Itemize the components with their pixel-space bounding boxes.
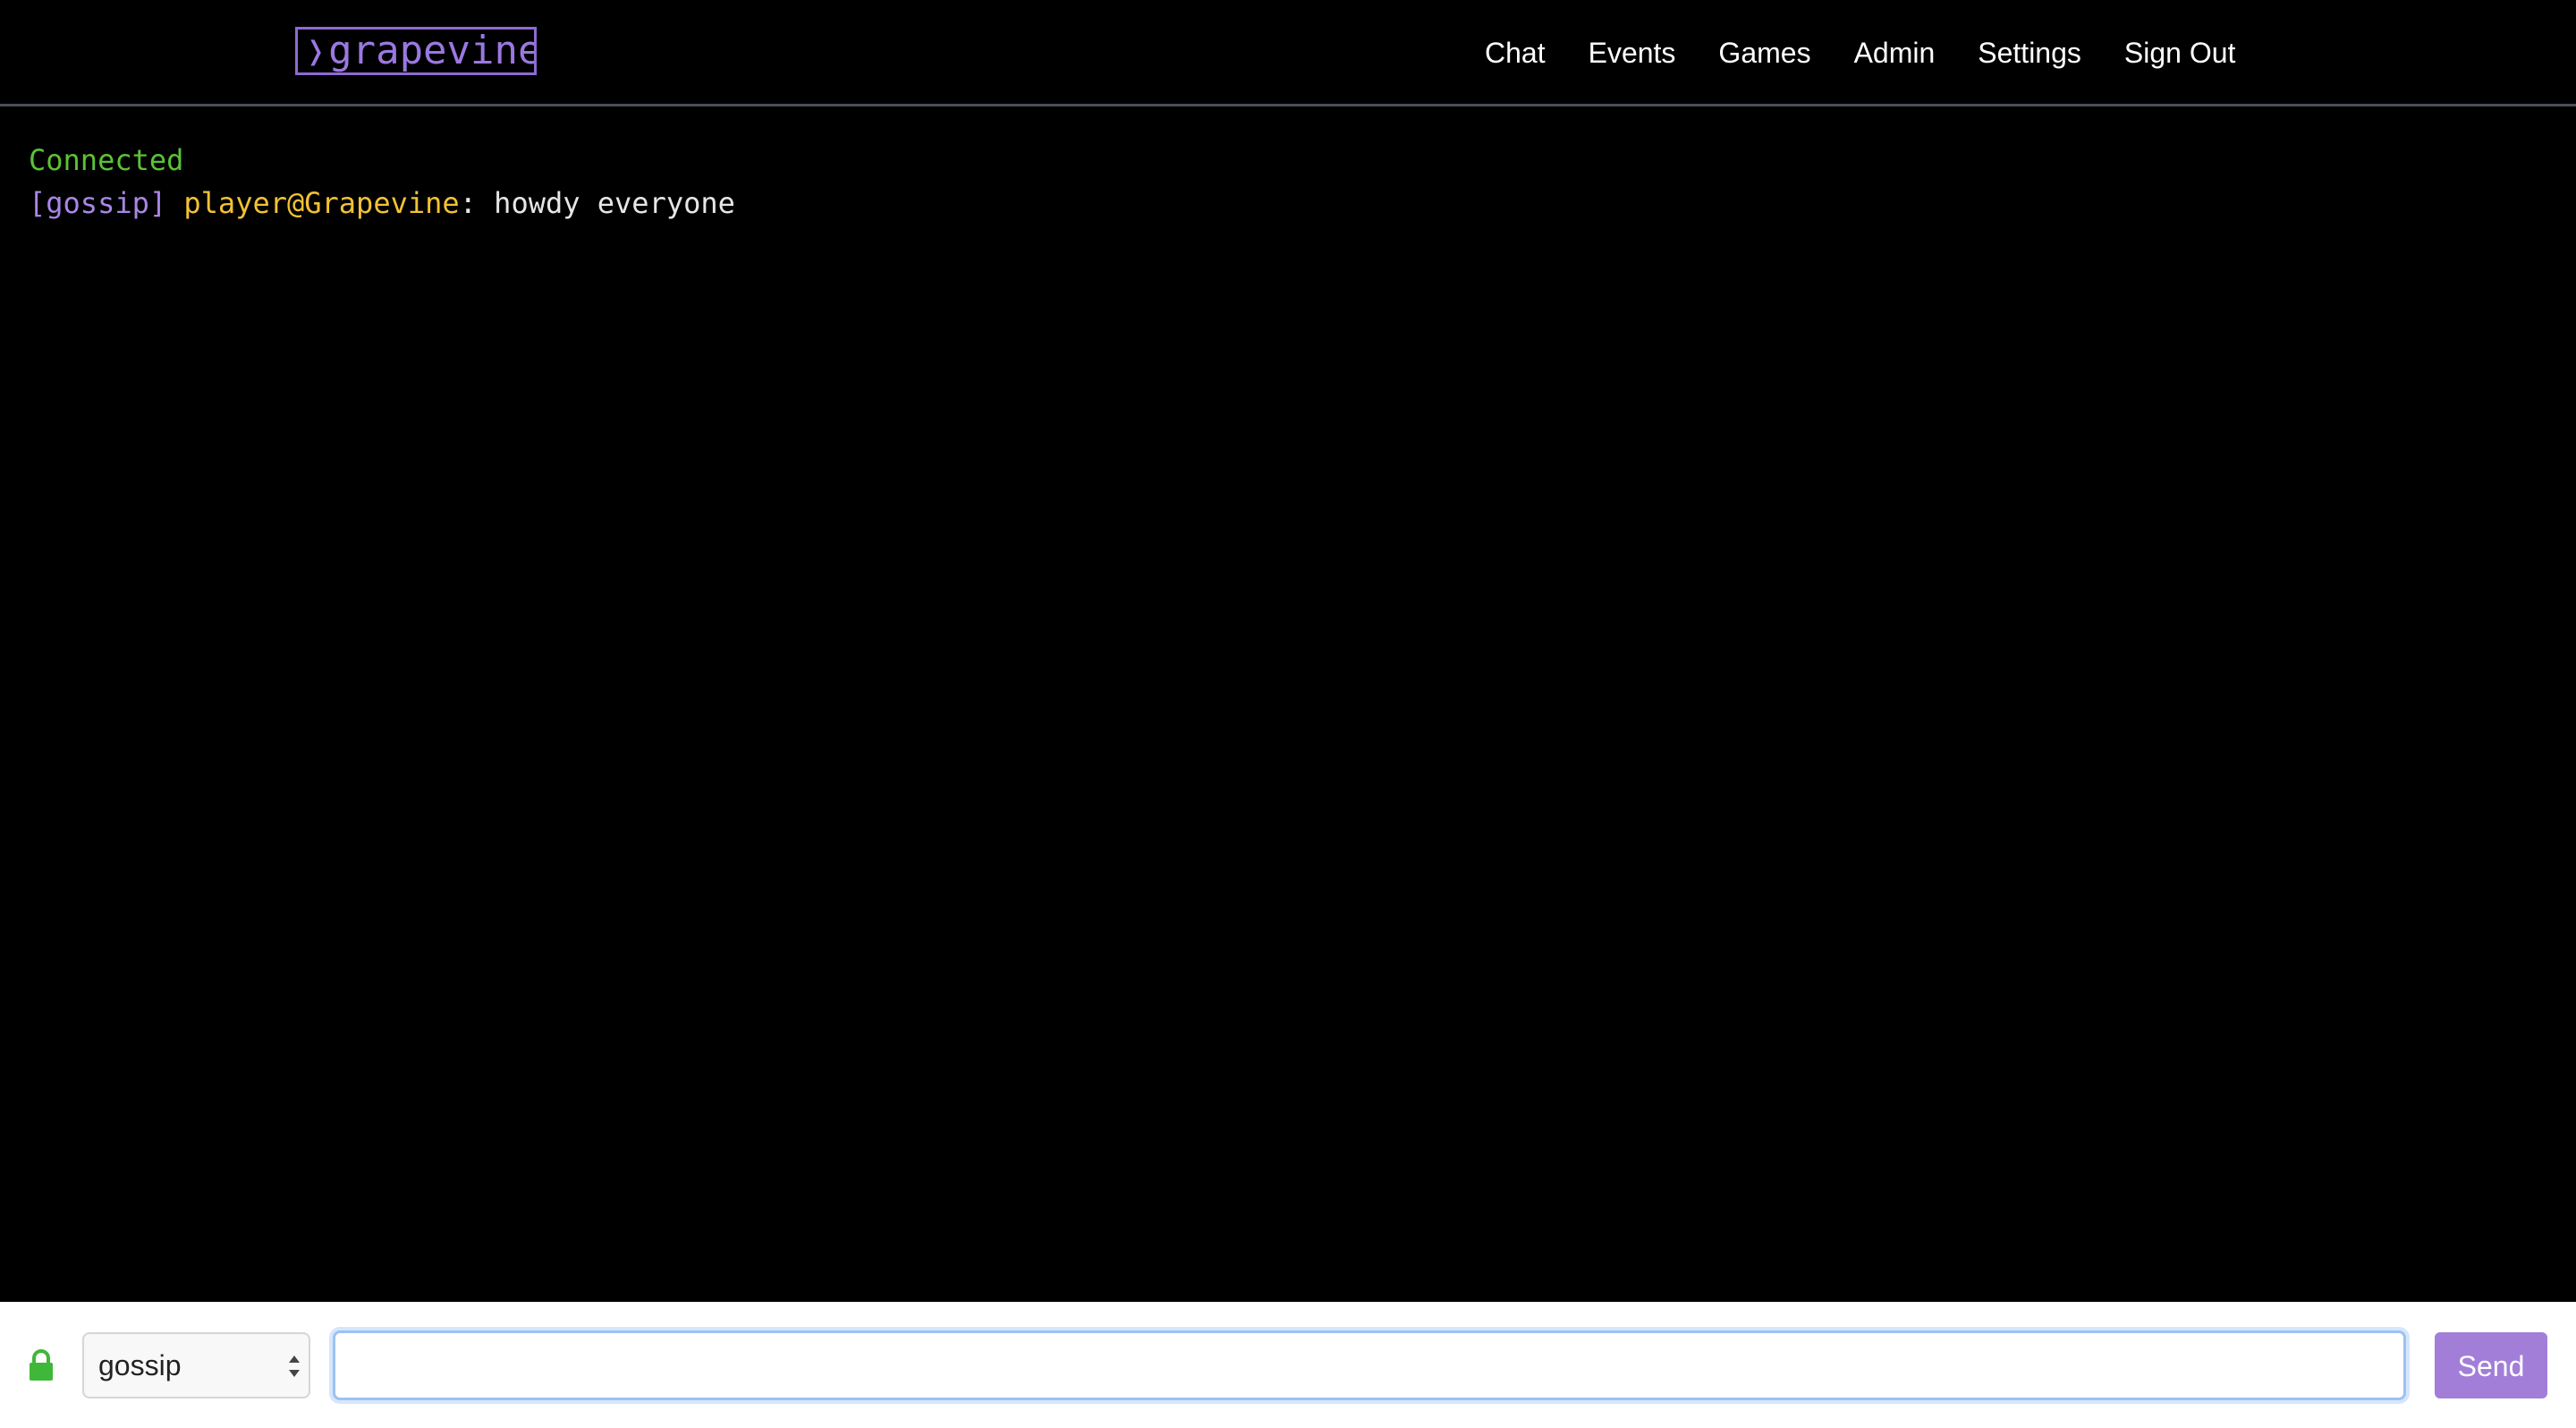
channel-select[interactable]: gossip (82, 1332, 310, 1398)
chevron-right-icon: ❭ (305, 31, 327, 72)
channel-select-value: gossip (98, 1349, 182, 1381)
lock-icon (30, 1349, 53, 1381)
nav-link-sign-out[interactable]: Sign Out (2124, 37, 2236, 70)
nav-link-chat[interactable]: Chat (1485, 37, 1546, 70)
message-channel: [gossip] (29, 186, 167, 220)
nav-link-events[interactable]: Events (1589, 37, 1676, 70)
chat-message: [gossip] player@Grapevine: howdy everyon… (29, 182, 2576, 225)
message-input[interactable] (333, 1330, 2406, 1400)
nav-link-admin[interactable]: Admin (1854, 37, 1936, 70)
connection-status: Connected (29, 143, 184, 177)
logo-text: grapevine (328, 28, 537, 73)
message-text: howdy everyone (494, 186, 735, 220)
message-sender: player@Grapevine (183, 186, 460, 220)
message-separator: : (459, 186, 495, 220)
select-arrows-icon (289, 1356, 300, 1377)
send-button[interactable]: Send (2435, 1332, 2547, 1398)
header-bar: ❭grapevine Chat Events Games Admin Setti… (0, 0, 2576, 106)
main-nav: Chat Events Games Admin Settings Sign Ou… (1485, 30, 2235, 75)
nav-link-games[interactable]: Games (1718, 37, 1810, 70)
grapevine-logo[interactable]: ❭grapevine (295, 27, 537, 75)
chat-terminal[interactable]: Connected [gossip] player@Grapevine: how… (0, 106, 2576, 1302)
nav-link-settings[interactable]: Settings (1978, 37, 2081, 70)
